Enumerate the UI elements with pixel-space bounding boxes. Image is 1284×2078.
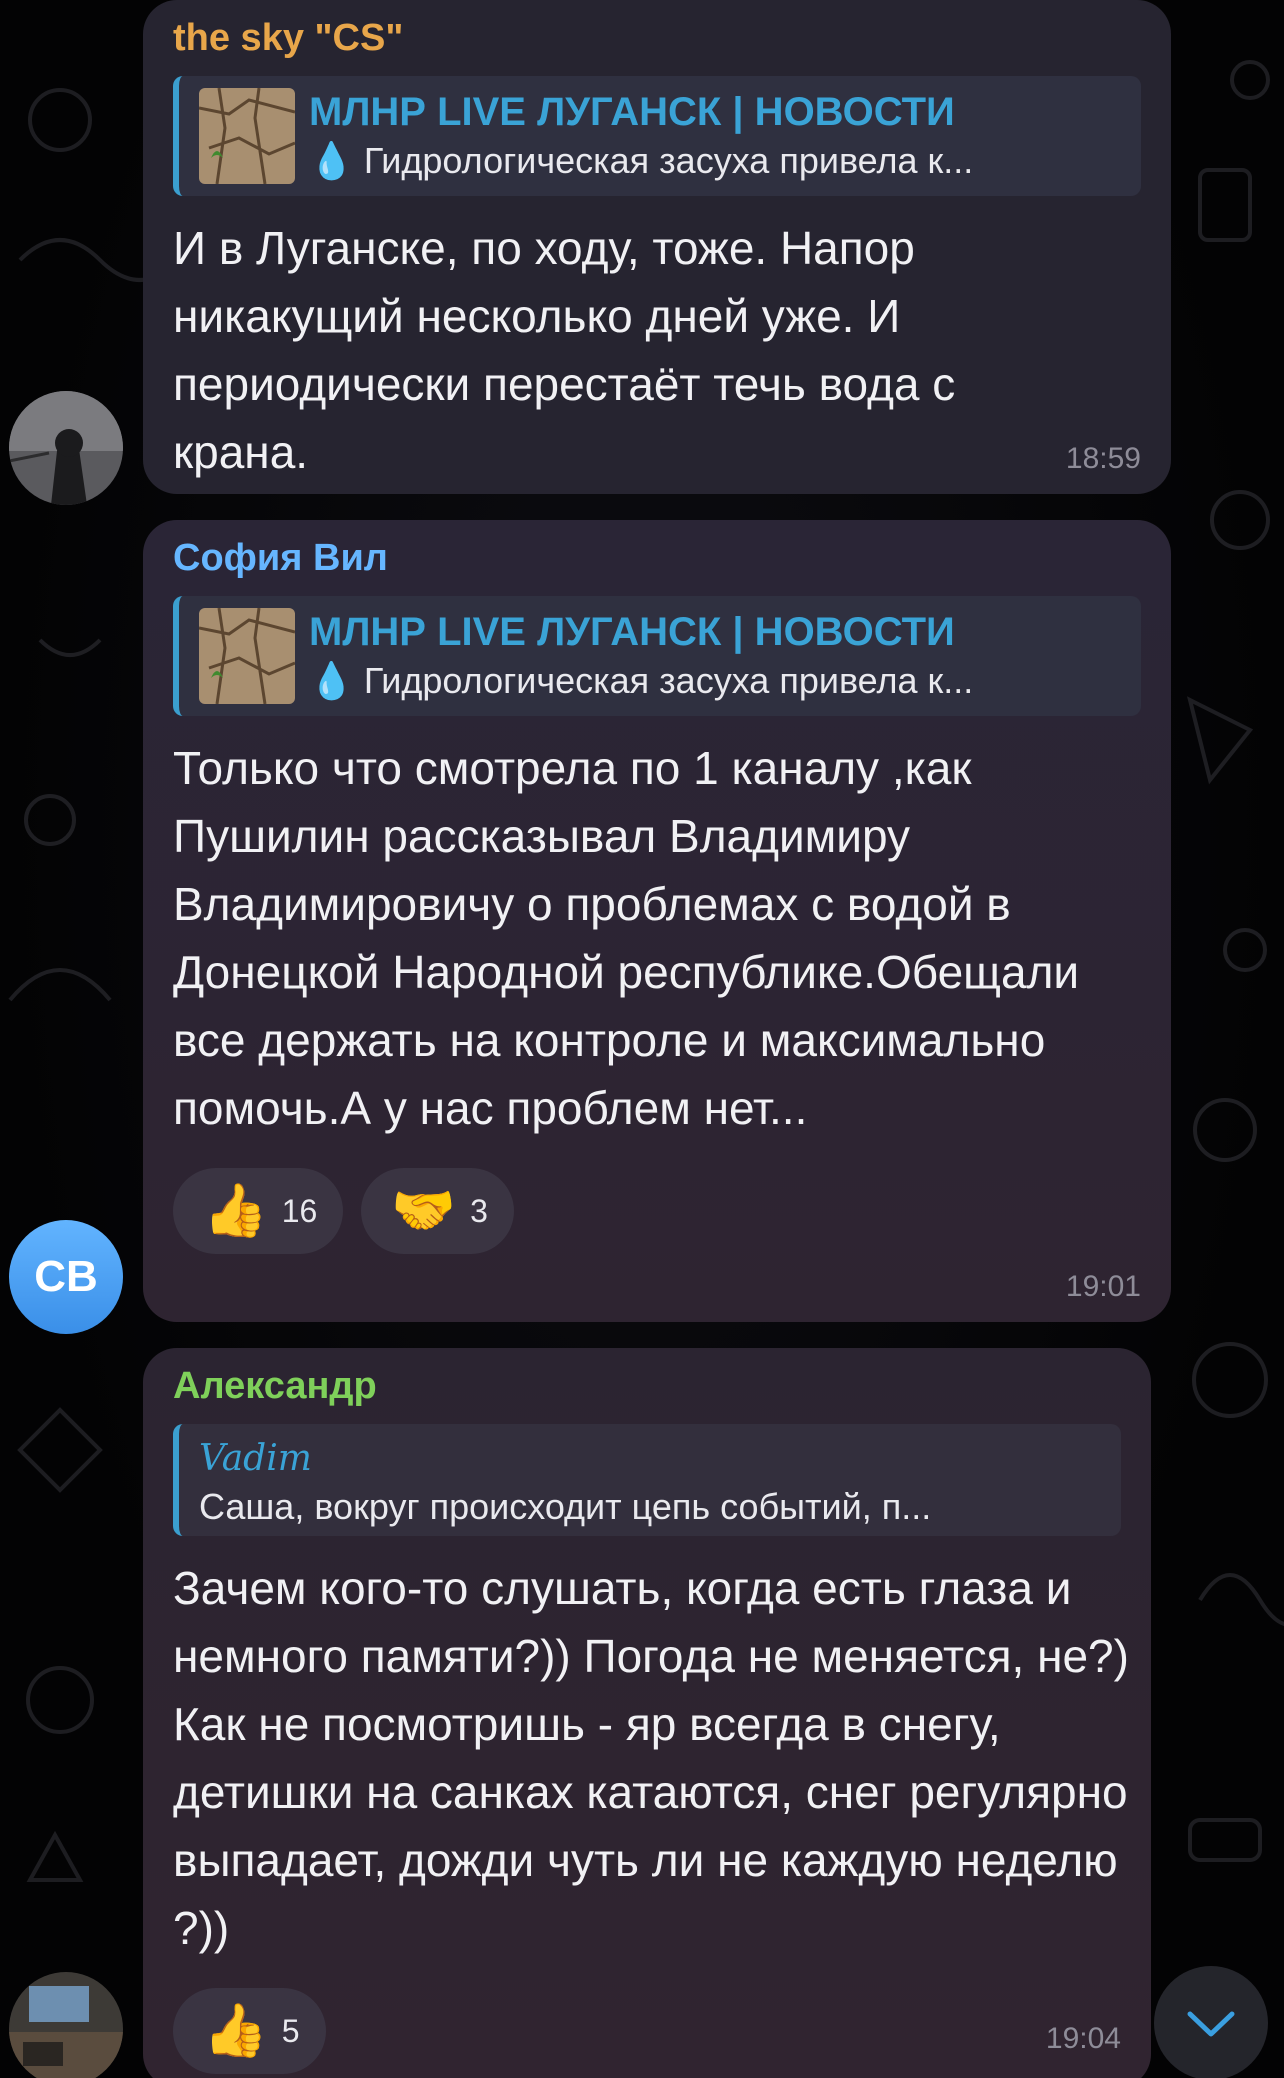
sender-name[interactable]: the sky "CS"	[173, 10, 1141, 66]
reactions-row: 👍 16 🤝 3	[173, 1168, 1141, 1254]
chat-view: the sky "CS" МЛНР LIVE ЛУГАНСК | НОВОСТИ…	[0, 0, 1284, 2078]
reaction-thumbs-up[interactable]: 👍 16	[173, 1168, 344, 1254]
reply-channel-title: МЛНР LIVE ЛУГАНСК | НОВОСТИ	[309, 90, 955, 134]
message-time: 19:01	[1065, 1270, 1141, 1303]
reply-snippet: 💧 Гидрологическая засуха привела к...	[309, 140, 974, 181]
reaction-count: 16	[281, 1192, 318, 1229]
thumbs-up-icon: 👍	[203, 1182, 268, 1240]
reaction-thumbs-up[interactable]: 👍 5	[173, 1988, 326, 2074]
message-time: 18:59	[1065, 442, 1141, 475]
reply-preview[interactable]: МЛНР LIVE ЛУГАНСК | НОВОСТИ 💧 Гидрологич…	[173, 596, 1141, 716]
message-text: Только что смотрела по 1 каналу ,как Пуш…	[173, 742, 1080, 1134]
avatar[interactable]: СВ	[9, 1220, 123, 1334]
reactions-row: 👍 5	[173, 1988, 1121, 2074]
sender-name[interactable]: София Вил	[173, 530, 1141, 586]
sender-name[interactable]: Александр	[173, 1358, 1121, 1414]
reaction-count: 5	[281, 2012, 300, 2049]
avatar[interactable]	[9, 1972, 123, 2078]
reply-preview[interactable]: МЛНР LIVE ЛУГАНСК | НОВОСТИ 💧 Гидрологич…	[173, 76, 1141, 196]
chevron-down-icon	[1187, 2011, 1235, 2037]
avatar[interactable]	[9, 391, 123, 505]
message-bubble[interactable]: the sky "CS" МЛНР LIVE ЛУГАНСК | НОВОСТИ…	[143, 0, 1171, 494]
hooded-person-icon	[9, 391, 123, 505]
message-bubble[interactable]: София Вил МЛНР LIVE ЛУГАНСК | НОВОСТИ 💧 …	[143, 520, 1171, 1322]
reply-snippet: 💧 Гидрологическая засуха привела к...	[309, 660, 974, 701]
reply-preview[interactable]: Vadim Саша, вокруг происходит цепь событ…	[173, 1424, 1121, 1536]
reply-author: Vadim	[199, 1438, 312, 1479]
thumbs-up-icon: 👍	[203, 2002, 268, 2060]
message-text: И в Луганске, по ходу, тоже. Напор никак…	[173, 222, 956, 478]
scroll-down-button[interactable]	[1154, 1966, 1268, 2078]
handshake-icon: 🤝	[391, 1182, 457, 1240]
avatar-initials: СВ	[34, 1252, 98, 1301]
room-photo-icon	[9, 1972, 123, 2078]
reply-snippet: Саша, вокруг происходит цепь событий, п.…	[199, 1486, 932, 1527]
reaction-handshake[interactable]: 🤝 3	[361, 1168, 514, 1254]
news-thumbnail	[199, 608, 295, 704]
message-time: 19:04	[1045, 2022, 1121, 2055]
message-text: Зачем кого-то слушать, когда есть глаза …	[173, 1562, 1129, 1954]
message-bubble[interactable]: Александр Vadim Саша, вокруг происходит …	[143, 1348, 1151, 2078]
reply-channel-title: МЛНР LIVE ЛУГАНСК | НОВОСТИ	[309, 610, 955, 654]
news-thumbnail	[199, 88, 295, 184]
reaction-count: 3	[470, 1192, 488, 1229]
